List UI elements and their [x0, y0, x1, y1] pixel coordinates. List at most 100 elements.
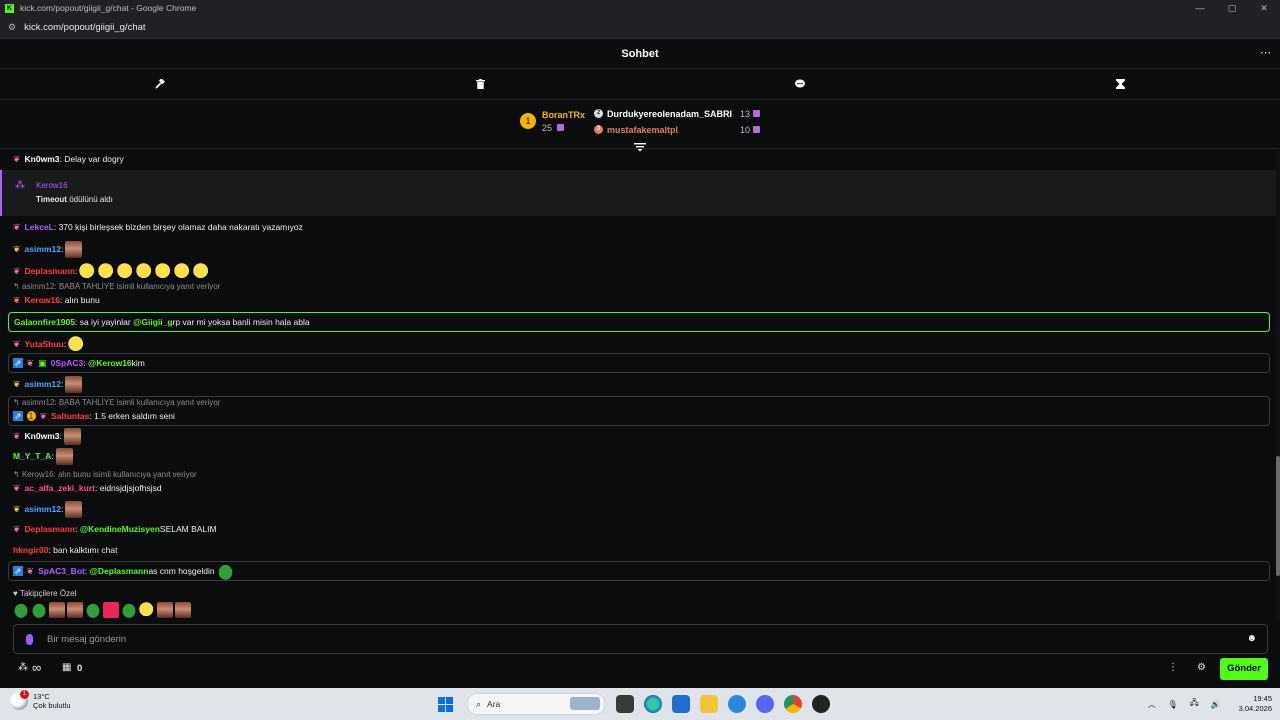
gift-icon: [753, 126, 760, 133]
reply-context[interactable]: ↰ asimm12: BABA TAHLİYE isimli kullanıcı…: [13, 398, 220, 407]
chat-message[interactable]: ❦ Kerow16: alın bunu: [13, 293, 100, 307]
channel-points-icon[interactable]: ⁂: [18, 662, 28, 673]
rank-2-medal-icon: 2: [594, 109, 603, 118]
chat-username[interactable]: YutaShuu: [25, 339, 64, 349]
emote-option-icon[interactable]: [175, 602, 191, 618]
more-vertical-icon[interactable]: ⋮: [1168, 662, 1178, 673]
more-options-icon[interactable]: ⋯: [1260, 46, 1271, 59]
chrome-icon[interactable]: [784, 695, 802, 713]
leader-2-name[interactable]: Durdukyereolenadam_SABRI: [607, 109, 732, 119]
mod-tool-clear-button[interactable]: [320, 69, 640, 99]
reward-username[interactable]: Kerow16: [36, 181, 68, 190]
highlighted-message[interactable]: ⇗ ❦ SpAC3_Bot: @Deplasmann as cnm hoşgel…: [8, 561, 1270, 581]
chat-message[interactable]: ❦ Kn0wm3:: [13, 427, 81, 445]
site-info-icon[interactable]: ⚙: [8, 22, 16, 33]
microphone-tray-icon[interactable]: 🎙: [1168, 700, 1178, 709]
chat-username[interactable]: ac_alfa_zeki_kurt: [25, 483, 95, 493]
reply-context[interactable]: ↰ Kerow16: alın bunu isimli kullanıcıya …: [13, 470, 197, 479]
taskbar-search[interactable]: ⌕ Ara: [467, 693, 605, 715]
chat-bubble-icon: [795, 79, 805, 88]
emote-option-icon[interactable]: [103, 602, 119, 618]
chat-message[interactable]: hkngir00: ban kalktımı chat: [13, 543, 117, 557]
chat-scrollbar[interactable]: [1276, 150, 1280, 620]
chat-message[interactable]: ❦ Deplasmann:: [13, 261, 211, 281]
chat-message[interactable]: M_Y_T_A:: [13, 447, 73, 465]
message-input[interactable]: Bir mesaj gönderin ☻: [13, 624, 1268, 654]
settings-app-icon[interactable]: [728, 695, 746, 713]
message-input-placeholder[interactable]: Bir mesaj gönderin: [47, 634, 126, 645]
emote-option-icon[interactable]: [31, 602, 47, 618]
emote-option-icon[interactable]: [157, 602, 173, 618]
obs-icon[interactable]: [812, 695, 830, 713]
chat-username[interactable]: asimm12: [25, 504, 61, 514]
chat-username[interactable]: Saltuntas: [51, 411, 89, 421]
chat-message[interactable]: ❦ asimm12:: [13, 500, 83, 518]
emoji-picker-icon[interactable]: ☻: [1246, 633, 1257, 644]
highlighted-message[interactable]: Galaonfire1905: sa iyi yayinlar @Giigii_…: [8, 312, 1270, 332]
highlighted-message[interactable]: ⇗ ❦ ▣ 0SpAC3: @Kerow16 kim: [8, 353, 1270, 373]
taskbar-search-text: Ara: [487, 699, 501, 709]
clock[interactable]: 19:45 3.04.2026: [1239, 694, 1272, 714]
emote-option-icon[interactable]: [49, 602, 65, 618]
mention-link[interactable]: @Kerow16: [88, 358, 132, 368]
file-explorer-icon[interactable]: [700, 695, 718, 713]
send-button[interactable]: Gönder: [1220, 658, 1268, 680]
chat-username[interactable]: SpAC3_Bot: [38, 566, 85, 576]
chat-message[interactable]: ❦ Kn0wm3: Delay var dogry: [13, 152, 124, 166]
settings-gear-icon[interactable]: ⚙: [1197, 662, 1206, 673]
maximize-button[interactable]: ▢: [1216, 0, 1248, 16]
emote-option-icon[interactable]: [121, 602, 137, 618]
face-emote-icon: [55, 447, 73, 465]
chat-username[interactable]: asimm12: [25, 244, 61, 254]
mod-tool-slow-mode-button[interactable]: [960, 69, 1280, 99]
chat-message[interactable]: ❦ asimm12:: [13, 239, 83, 259]
chat-username[interactable]: Kn0wm3: [25, 154, 60, 164]
chat-message[interactable]: ❦ Deplasmann: @KendineMuzisyen SELAM BAL…: [13, 522, 217, 536]
close-window-button[interactable]: ✕: [1248, 0, 1280, 16]
chat-message[interactable]: ❦ LekceL: 370 kişi birleşsek bizden birş…: [13, 220, 303, 234]
chat-username[interactable]: Deplasmann: [25, 524, 76, 534]
highlighted-message[interactable]: ↰ asimm12: BABA TAHLİYE isimli kullanıcı…: [8, 396, 1270, 426]
url-text[interactable]: kick.com/popout/giigii_g/chat: [24, 22, 145, 33]
chat-username[interactable]: M_Y_T_A: [13, 451, 51, 461]
store-icon[interactable]: ▦: [62, 662, 71, 673]
weather-widget[interactable]: 1 13°C Çok bulutlu: [10, 690, 71, 710]
trash-icon: [475, 79, 485, 89]
mention-link[interactable]: @Deplasmann: [90, 566, 149, 576]
network-icon[interactable]: 🖧: [1190, 697, 1199, 711]
mod-tool-ban-button[interactable]: [0, 69, 320, 99]
microphone-icon[interactable]: [26, 633, 33, 645]
emote-option-icon[interactable]: [13, 602, 29, 618]
reply-context[interactable]: ↰ asimm12: BABA TAHLİYE isimli kullanıcı…: [13, 282, 220, 291]
chat-message-list[interactable]: ❦ Kn0wm3: Delay var dogry ⁂ Kerow16 Time…: [0, 150, 1278, 620]
chat-username[interactable]: hkngir00: [13, 545, 48, 555]
leader-3-name[interactable]: mustafakemaltpl: [607, 125, 678, 135]
microsoft-store-icon[interactable]: [672, 695, 690, 713]
chat-username[interactable]: asimm12: [25, 379, 61, 389]
discord-icon[interactable]: [756, 695, 774, 713]
chat-username[interactable]: Deplasmann: [25, 266, 76, 276]
chat-username[interactable]: LekceL: [25, 222, 54, 232]
chat-username[interactable]: 0SpAC3: [51, 358, 84, 368]
chat-message[interactable]: ❦ YutaShuu:: [13, 335, 86, 353]
minimize-button[interactable]: —: [1184, 0, 1216, 16]
edge-browser-icon[interactable]: [644, 695, 662, 713]
chat-message[interactable]: ❦ asimm12:: [13, 375, 83, 393]
task-view-icon[interactable]: [616, 695, 634, 713]
volume-icon[interactable]: 🔊: [1211, 700, 1221, 709]
chat-message[interactable]: ❦ ac_alfa_zeki_kurt: eidnsjdjsjofhsjsd: [13, 481, 162, 495]
chat-username[interactable]: Kerow16: [25, 295, 60, 305]
mention-link[interactable]: @Giigii_g: [133, 317, 172, 327]
mod-tool-chat-mode-button[interactable]: [640, 69, 960, 99]
show-hidden-icons-icon[interactable]: ︿: [1148, 699, 1156, 710]
emote-option-icon[interactable]: [85, 602, 101, 618]
emote-option-icon[interactable]: [67, 602, 83, 618]
windows-start-icon[interactable]: [438, 696, 453, 712]
leader-1-name[interactable]: BoranTRx: [542, 110, 585, 120]
chat-username[interactable]: Galaonfire1905: [14, 317, 75, 327]
scrollbar-thumb[interactable]: [1276, 456, 1280, 576]
emote-option-icon[interactable]: [139, 602, 155, 618]
address-bar[interactable]: ⚙ kick.com/popout/giigii_g/chat: [0, 16, 1280, 39]
mention-link[interactable]: @KendineMuzisyen: [80, 524, 160, 534]
chat-username[interactable]: Kn0wm3: [25, 431, 60, 441]
